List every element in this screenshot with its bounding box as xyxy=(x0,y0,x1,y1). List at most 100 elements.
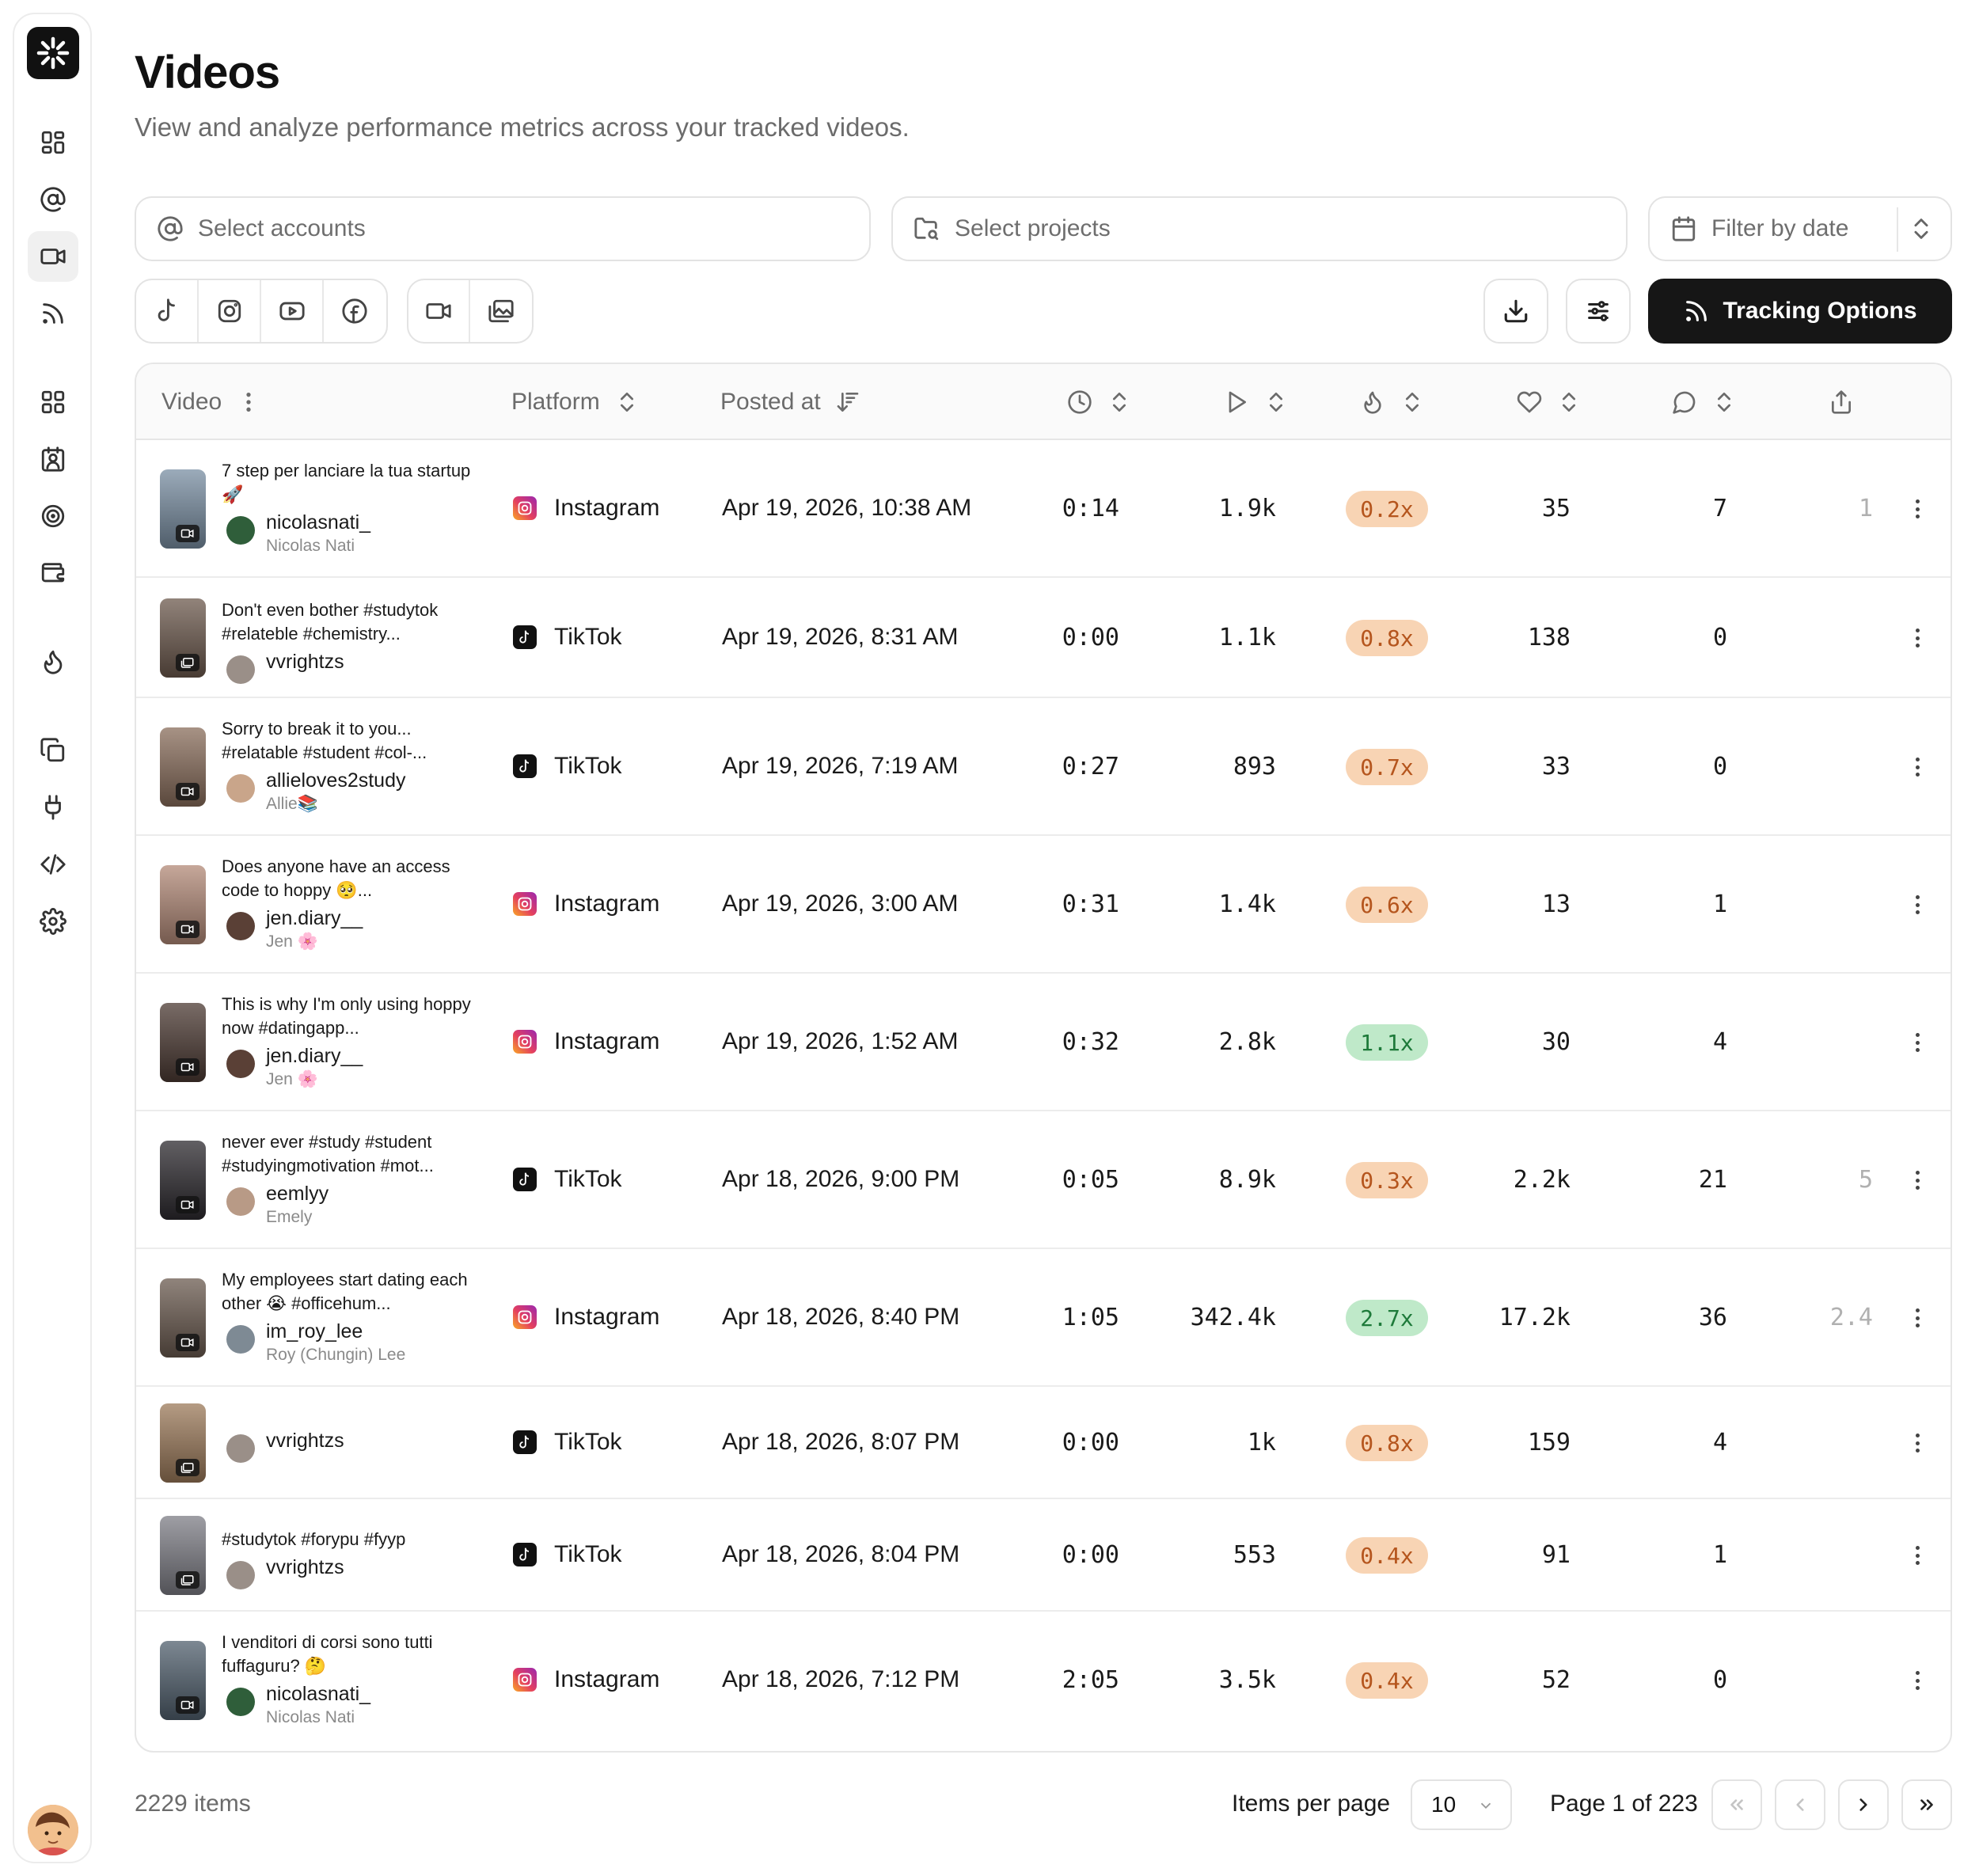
nav-video-icon[interactable] xyxy=(28,231,78,282)
nav-grid-icon[interactable] xyxy=(28,377,78,427)
username[interactable]: vvrightzs xyxy=(266,1556,344,1579)
user-avatar[interactable] xyxy=(28,1805,78,1855)
tracking-options-button[interactable]: Tracking Options xyxy=(1648,279,1952,344)
video-thumbnail[interactable] xyxy=(160,1003,206,1082)
sort-icon[interactable] xyxy=(1400,389,1425,415)
column-settings-button[interactable] xyxy=(1566,279,1631,344)
column-video[interactable]: Video xyxy=(161,364,261,440)
username[interactable]: nicolasnati_ xyxy=(266,511,370,534)
platform-cell: Instagram xyxy=(513,495,659,522)
row-actions-icon[interactable] xyxy=(1909,1164,1925,1196)
sort-icon[interactable] xyxy=(1107,389,1132,415)
nav-wallet-icon[interactable] xyxy=(28,548,78,598)
column-engagement-ratio[interactable] xyxy=(1360,364,1425,440)
youtube-icon[interactable] xyxy=(261,280,324,342)
sort-icon[interactable] xyxy=(614,389,640,415)
nav-target-icon[interactable] xyxy=(28,491,78,541)
nav-plug-icon[interactable] xyxy=(28,782,78,833)
column-comments[interactable] xyxy=(1672,364,1737,440)
nav-settings-icon[interactable] xyxy=(28,896,78,947)
username[interactable]: jen.diary__ xyxy=(266,1045,363,1068)
first-page-button[interactable] xyxy=(1711,1779,1762,1830)
row-actions-icon[interactable] xyxy=(1909,622,1925,654)
tiktok-icon[interactable] xyxy=(136,280,199,342)
video-title[interactable]: My employees start dating each other 😭 #… xyxy=(222,1268,475,1316)
nav-copy-icon[interactable] xyxy=(28,725,78,776)
more-vertical-icon[interactable] xyxy=(236,389,261,415)
video-title[interactable]: Does anyone have an access code to hoppy… xyxy=(222,855,475,902)
video-thumbnail[interactable] xyxy=(160,1278,206,1358)
column-duration[interactable] xyxy=(1067,364,1132,440)
asterisk-logo-icon[interactable] xyxy=(27,27,79,79)
download-button[interactable] xyxy=(1483,279,1548,344)
video-title[interactable]: Sorry to break it to you... #relatable #… xyxy=(222,717,475,765)
table-row[interactable]: Sorry to break it to you... #relatable #… xyxy=(136,698,1951,836)
row-actions-icon[interactable] xyxy=(1909,1540,1925,1571)
video-thumbnail[interactable] xyxy=(160,1141,206,1220)
previous-page-button[interactable] xyxy=(1775,1779,1825,1830)
row-actions-icon[interactable] xyxy=(1909,1427,1925,1459)
last-page-button[interactable] xyxy=(1901,1779,1952,1830)
column-views[interactable] xyxy=(1224,364,1289,440)
video-thumbnail[interactable] xyxy=(160,865,206,944)
video-thumbnail[interactable] xyxy=(160,1641,206,1720)
row-actions-icon[interactable] xyxy=(1909,1027,1925,1058)
table-row[interactable]: 7 step per lanciare la tua startup 🚀 nico… xyxy=(136,440,1951,578)
username[interactable]: vvrightzs xyxy=(266,651,344,674)
sort-icon[interactable] xyxy=(1263,389,1289,415)
column-platform[interactable]: Platform xyxy=(511,364,640,440)
row-actions-icon[interactable] xyxy=(1909,493,1925,525)
sort-descending-icon[interactable] xyxy=(835,389,860,415)
username[interactable]: vvrightzs xyxy=(266,1430,344,1453)
table-row[interactable]: #studytok #forypu #fyyp vvrightzs TikTok Ap… xyxy=(136,1499,1951,1612)
table-row[interactable]: vvrightzs TikTok Apr 18, 2026, 8:07 PM 0:00… xyxy=(136,1387,1951,1499)
video-thumbnail[interactable] xyxy=(160,1403,206,1483)
table-row[interactable]: I venditori di corsi sono tutti fuffagur… xyxy=(136,1612,1951,1749)
video-title[interactable]: never ever #study #student #studyingmoti… xyxy=(222,1130,475,1178)
username[interactable]: nicolasnati_ xyxy=(266,1683,370,1706)
instagram-icon[interactable] xyxy=(199,280,261,342)
username[interactable]: eemlyy xyxy=(266,1183,329,1206)
username[interactable]: allieloves2study xyxy=(266,769,406,792)
nav-rss-icon[interactable] xyxy=(28,288,78,339)
video-thumbnail[interactable] xyxy=(160,598,206,678)
facebook-icon[interactable] xyxy=(324,280,386,342)
video-title[interactable]: Don't even bother #studytok #relateble #… xyxy=(222,598,475,646)
accounts-select[interactable]: Select accounts xyxy=(135,196,871,261)
nav-at-sign-icon[interactable] xyxy=(28,174,78,225)
table-row[interactable]: Does anyone have an access code to hoppy… xyxy=(136,836,1951,974)
items-per-page-select[interactable]: 10 xyxy=(1411,1779,1512,1830)
date-filter[interactable]: Filter by date xyxy=(1648,196,1952,261)
chevrons-up-down-icon[interactable] xyxy=(1908,215,1935,242)
nav-flame-icon[interactable] xyxy=(28,636,78,687)
username[interactable]: im_roy_lee xyxy=(266,1320,363,1343)
next-page-button[interactable] xyxy=(1838,1779,1889,1830)
table-row[interactable]: never ever #study #student #studyingmoti… xyxy=(136,1111,1951,1249)
column-shares[interactable] xyxy=(1829,364,1854,440)
row-actions-icon[interactable] xyxy=(1909,751,1925,783)
username[interactable]: jen.diary__ xyxy=(266,907,363,930)
row-actions-icon[interactable] xyxy=(1909,1665,1925,1696)
nav-contact-icon[interactable] xyxy=(28,434,78,484)
video-title[interactable]: 7 step per lanciare la tua startup 🚀 xyxy=(222,459,475,507)
row-actions-icon[interactable] xyxy=(1909,889,1925,921)
column-posted[interactable]: Posted at xyxy=(720,364,860,440)
video-icon[interactable] xyxy=(408,280,471,342)
sort-icon[interactable] xyxy=(1711,389,1737,415)
sort-icon[interactable] xyxy=(1556,389,1582,415)
video-title[interactable]: This is why I'm only using hoppy now #da… xyxy=(222,993,475,1040)
nav-dashboard-icon[interactable] xyxy=(28,117,78,168)
nav-code-icon[interactable] xyxy=(28,839,78,890)
video-thumbnail[interactable] xyxy=(160,727,206,807)
column-likes[interactable] xyxy=(1517,364,1582,440)
table-row[interactable]: Don't even bother #studytok #relateble #… xyxy=(136,578,1951,698)
video-thumbnail[interactable] xyxy=(160,469,206,549)
video-title[interactable]: I venditori di corsi sono tutti fuffagur… xyxy=(222,1631,475,1678)
table-row[interactable]: This is why I'm only using hoppy now #da… xyxy=(136,974,1951,1111)
video-title[interactable]: #studytok #forypu #fyyp xyxy=(222,1528,475,1551)
projects-select[interactable]: Select projects xyxy=(891,196,1628,261)
row-actions-icon[interactable] xyxy=(1909,1302,1925,1334)
images-icon[interactable] xyxy=(470,280,532,342)
table-row[interactable]: My employees start dating each other 😭 #… xyxy=(136,1249,1951,1387)
video-thumbnail[interactable] xyxy=(160,1516,206,1595)
